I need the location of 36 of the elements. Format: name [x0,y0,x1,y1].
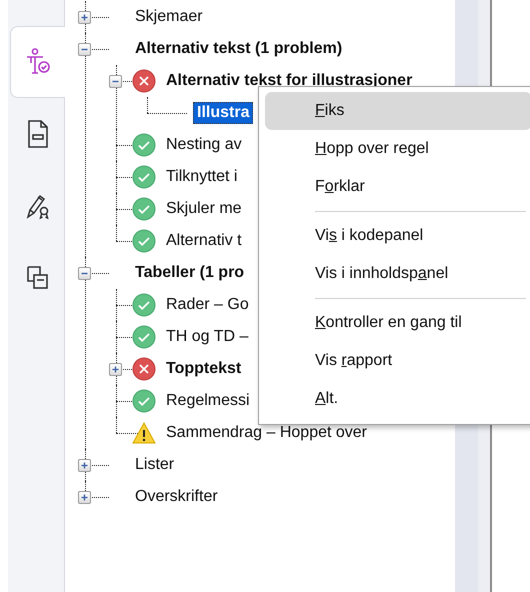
tree-item[interactable]: Alternativ t [162,230,246,252]
menu-item[interactable]: Kontroller en gang til [265,304,530,342]
collapse-toggle[interactable] [78,266,91,280]
menu-item[interactable]: Alt. [265,380,530,418]
tree-item[interactable]: Regelmessi [162,390,254,412]
menu-item[interactable]: Forklar [265,168,530,206]
menu-item[interactable]: Vis rapport [265,342,530,380]
expand-toggle[interactable] [78,458,91,472]
tree-item[interactable]: Topptekst [162,358,246,380]
tree-item[interactable]: Nesting av [162,134,246,156]
plus-icon [110,364,121,374]
tree-item[interactable]: Skjemaer [131,6,207,28]
tree-item[interactable]: Rader – Go [162,294,253,316]
tree-item[interactable]: Sammendrag – Hoppet over [162,422,371,444]
menu-item[interactable]: Hopp over regel [265,130,530,168]
tree-item[interactable]: TH og TD – [162,326,252,348]
menu-item[interactable]: Vis i kodepanel [265,217,530,255]
tree-item[interactable]: Tabeller (1 pro [131,262,248,284]
copy-icon [24,264,50,292]
document-icon [26,119,50,149]
tree-item[interactable]: Skjuler me [162,198,246,220]
expand-toggle[interactable] [78,10,91,24]
menu-item[interactable]: Fiks [265,92,530,130]
tree-item[interactable]: Lister [131,454,178,476]
plus-icon [79,492,90,502]
menu-item[interactable]: Vis i innholdspanel [265,255,530,293]
expand-toggle[interactable] [78,490,91,504]
tree-item[interactable]: Overskrifter [131,486,222,508]
collapse-toggle[interactable] [78,42,91,56]
tree-item[interactable]: Tilknyttet i [162,166,242,188]
plus-icon [79,460,90,470]
collapse-toggle[interactable] [109,74,122,88]
plus-icon [79,12,90,22]
tree-item[interactable]: Illustra [193,102,254,124]
tree-item[interactable]: Alternativ tekst (1 problem) [131,38,346,60]
expand-toggle[interactable] [109,362,122,376]
